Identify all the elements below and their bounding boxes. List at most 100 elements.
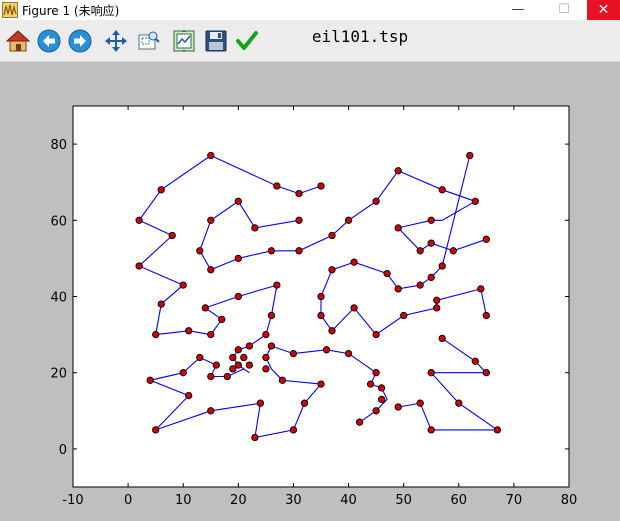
data-point — [251, 433, 259, 442]
data-point — [471, 357, 479, 365]
data-point — [207, 330, 215, 339]
data-point — [146, 376, 154, 384]
data-point — [344, 349, 353, 358]
maximize-button[interactable]: ☐ — [541, 0, 587, 20]
data-point — [267, 247, 276, 255]
data-point — [135, 262, 143, 270]
data-point — [416, 247, 424, 255]
data-point — [383, 269, 391, 278]
data-point — [377, 395, 386, 404]
data-point — [427, 369, 435, 377]
data-point — [234, 197, 242, 205]
data-point — [212, 361, 220, 369]
data-point — [185, 327, 193, 335]
y-tick-label: 40 — [50, 291, 67, 306]
pan-button[interactable] — [104, 29, 128, 53]
data-point — [455, 399, 463, 407]
data-point — [152, 426, 160, 434]
data-point — [438, 262, 446, 270]
x-tick-label: 60 — [451, 493, 468, 508]
configure-subplots-button[interactable] — [172, 29, 196, 53]
x-tick-label: -10 — [62, 493, 83, 508]
forward-button[interactable] — [68, 29, 92, 53]
data-point — [196, 247, 204, 255]
data-point — [229, 365, 237, 373]
back-button[interactable] — [37, 29, 61, 53]
edit-axes-button[interactable] — [235, 29, 259, 53]
data-point — [157, 300, 165, 308]
data-point — [278, 376, 287, 384]
data-point — [372, 330, 380, 339]
figure-canvas[interactable]: -10 0 10 20 30 40 50 60 70 80 0 20 40 60 80 — [0, 62, 620, 521]
data-point — [229, 353, 237, 362]
data-point — [289, 349, 298, 358]
data-point — [273, 182, 281, 190]
data-point — [482, 311, 490, 320]
data-point — [477, 285, 485, 293]
data-point — [317, 380, 325, 388]
data-point — [295, 247, 303, 255]
zoom-rect-icon — [138, 31, 160, 50]
data-point — [179, 369, 187, 377]
data-point — [493, 426, 502, 434]
data-point — [234, 292, 242, 301]
x-tick-label: 10 — [175, 493, 192, 508]
data-point — [394, 285, 402, 293]
data-point — [317, 292, 325, 301]
y-tick-label: 20 — [50, 367, 67, 382]
zoom-button[interactable] — [136, 29, 160, 53]
data-point — [168, 231, 176, 240]
home-icon — [6, 30, 30, 52]
x-tick-label: 20 — [230, 493, 247, 508]
close-button[interactable]: ✕ — [587, 0, 620, 20]
x-tick-label: 0 — [124, 493, 132, 508]
data-point — [400, 311, 408, 320]
data-point — [328, 327, 336, 335]
subplots-icon — [173, 30, 195, 52]
data-point — [295, 189, 303, 198]
data-point — [234, 254, 242, 263]
data-point — [328, 266, 336, 274]
data-point — [201, 304, 209, 312]
data-point — [262, 330, 270, 339]
data-point — [377, 384, 386, 392]
floppy-icon — [205, 30, 227, 52]
data-point — [427, 216, 435, 224]
data-point — [267, 311, 276, 320]
data-point — [394, 167, 402, 175]
save-button[interactable] — [204, 29, 228, 53]
data-point — [207, 407, 215, 415]
data-point — [433, 296, 441, 304]
x-tick-label: 80 — [561, 493, 578, 508]
home-button[interactable] — [6, 29, 30, 53]
data-point — [295, 216, 303, 224]
navigation-toolbar — [0, 20, 620, 62]
x-tick-label: 70 — [506, 493, 523, 508]
data-point — [372, 369, 380, 377]
data-point — [207, 216, 215, 224]
x-tick-label: 30 — [285, 493, 302, 508]
data-point — [262, 365, 270, 373]
data-point — [218, 315, 226, 324]
arrow-left-icon — [37, 29, 61, 53]
data-point — [322, 346, 331, 354]
x-tick-label: 50 — [395, 493, 412, 508]
checkmark-icon — [236, 31, 258, 50]
y-tick-label: 60 — [50, 214, 67, 229]
data-point — [427, 273, 435, 282]
move-icon — [105, 30, 127, 52]
data-point — [433, 304, 441, 312]
window-title: Figure 1 (未响应) — [22, 4, 120, 18]
data-point — [355, 418, 364, 426]
data-point — [482, 235, 490, 243]
minimize-button[interactable]: — — [495, 0, 541, 20]
data-point — [416, 399, 424, 407]
data-point — [179, 281, 187, 289]
data-point — [372, 197, 380, 205]
data-point — [234, 346, 242, 354]
data-point — [344, 216, 353, 224]
data-point — [317, 311, 325, 320]
data-point — [152, 330, 160, 339]
data-point — [240, 353, 248, 362]
data-point — [372, 407, 380, 415]
